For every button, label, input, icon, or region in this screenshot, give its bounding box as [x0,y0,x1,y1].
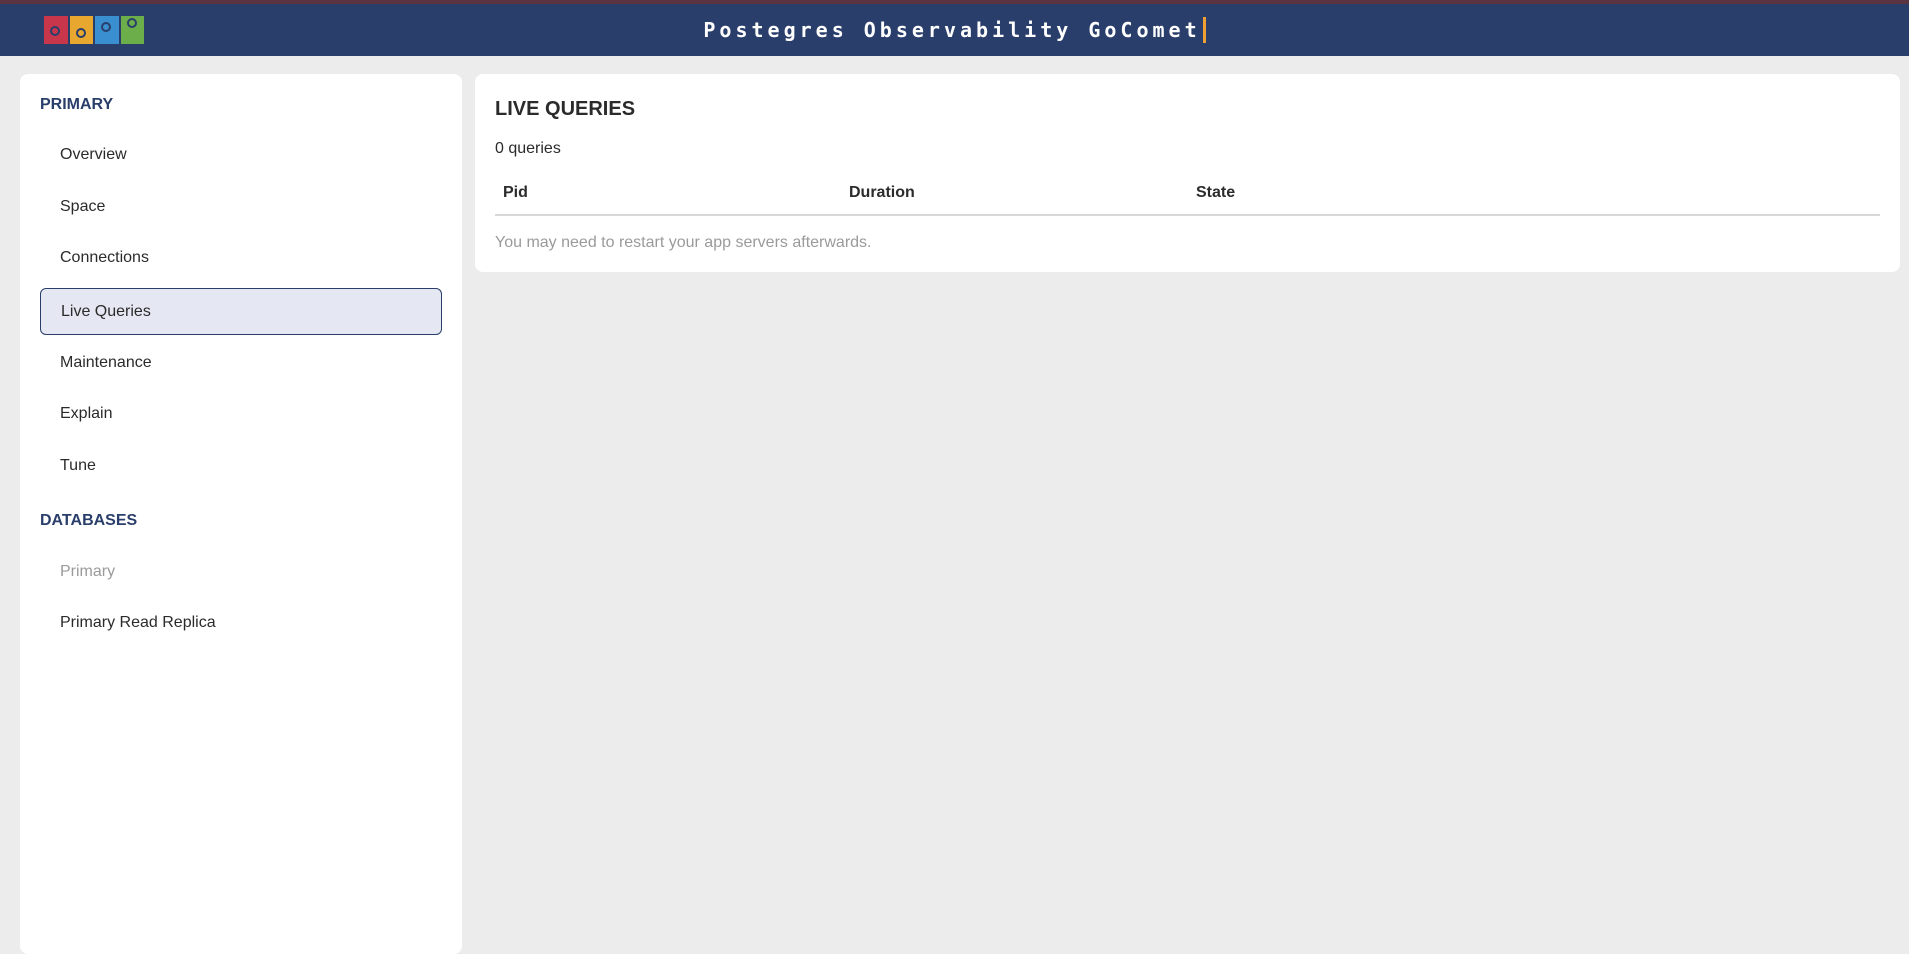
sidebar-item-connections[interactable]: Connections [40,234,442,281]
sidebar-item-tune[interactable]: Tune [40,442,442,489]
sidebar-item-explain[interactable]: Explain [40,390,442,437]
sidebar-item-database-primary-read-replica[interactable]: Primary Read Replica [40,599,442,646]
page-title: LIVE QUERIES [495,98,636,120]
text-caret [1202,16,1206,43]
section-title-databases: DATABASES [40,512,138,529]
column-header-state: State [1196,184,1236,201]
table-header: Pid Duration State [495,184,1880,216]
sidebar-item-overview[interactable]: Overview [40,131,442,178]
section-title-primary: PRIMARY [40,96,114,113]
sidebar-item-live-queries[interactable]: Live Queries [40,288,442,335]
sidebar-item-database-primary[interactable]: Primary [40,548,442,595]
sidebar-item-space[interactable]: Space [40,183,442,230]
live-queries-panel: LIVE QUERIES 0 queries Pid Duration Stat… [475,74,1900,272]
sidebar: PRIMARY Overview Space Connections Live … [20,74,462,954]
app-title-text: Postegres Observability GoComet [703,18,1201,42]
column-header-pid: Pid [503,184,528,201]
top-bar: Postegres Observability GoComet [0,0,1909,56]
app-title: Postegres Observability GoComet [0,16,1909,45]
restart-note: You may need to restart your app servers… [495,234,872,251]
query-count: 0 queries [495,140,561,157]
column-header-duration: Duration [849,184,915,201]
sidebar-item-maintenance[interactable]: Maintenance [40,339,442,386]
